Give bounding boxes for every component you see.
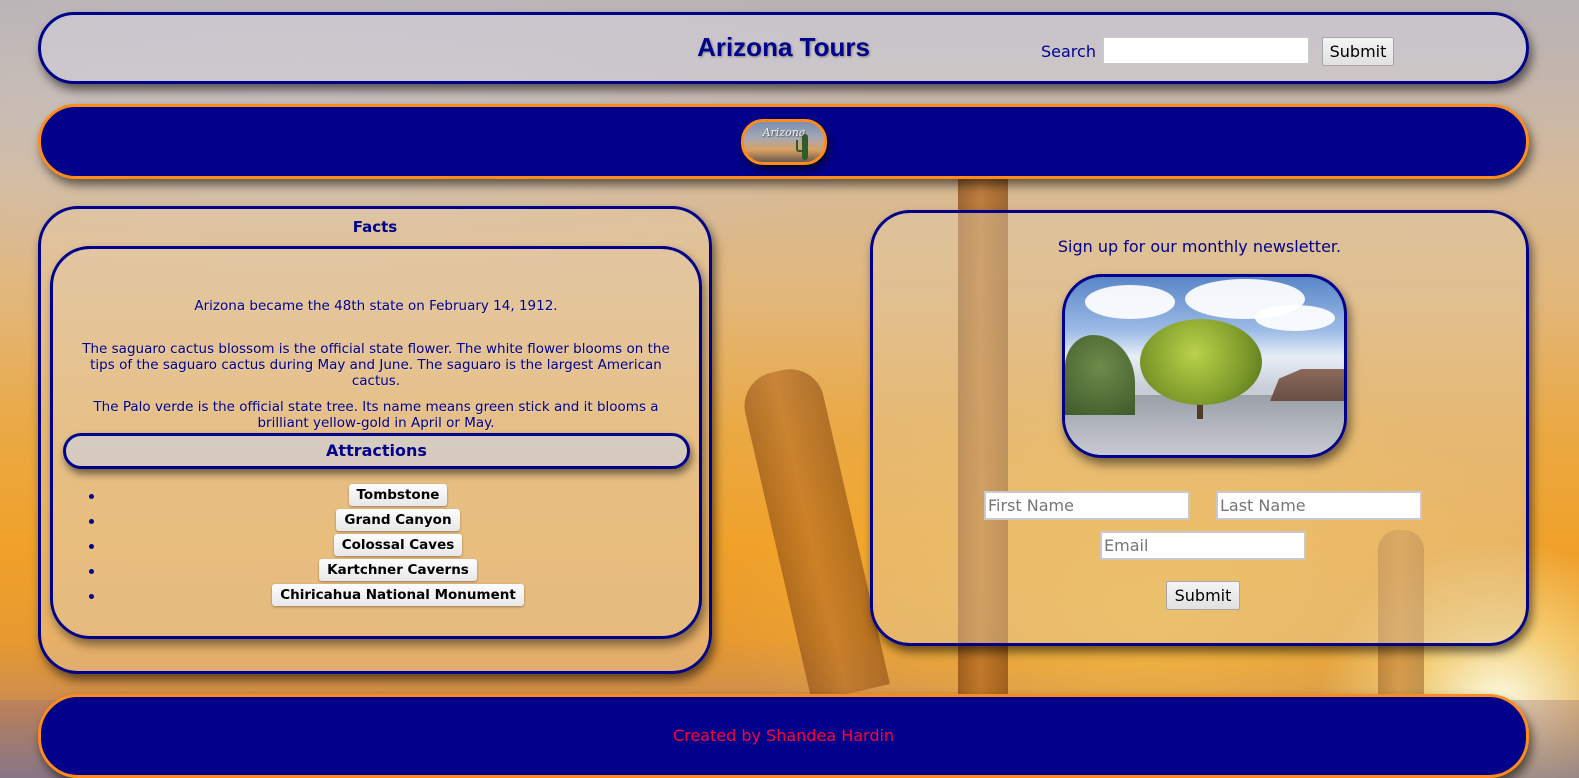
photo-cloud xyxy=(1255,305,1335,331)
list-item: Chiricahua National Monument xyxy=(53,584,703,609)
attraction-kartchner-caverns-button[interactable]: Kartchner Caverns xyxy=(319,559,477,581)
arizona-logo-image: Arizona xyxy=(741,119,827,165)
attraction-tombstone-button[interactable]: Tombstone xyxy=(348,484,448,506)
attraction-chiricahua-button[interactable]: Chiricahua National Monument xyxy=(272,584,524,606)
logo-text: Arizona xyxy=(762,126,806,139)
photo-mesa xyxy=(1270,369,1344,401)
site-header: Arizona Tours Search Submit xyxy=(38,12,1529,84)
bullet-icon xyxy=(89,569,94,574)
list-item: Grand Canyon xyxy=(53,509,703,534)
banner: Arizona xyxy=(38,104,1529,179)
photo-cloud xyxy=(1085,285,1175,319)
newsletter-heading: Sign up for our monthly newsletter. xyxy=(1057,237,1342,256)
facts-heading: Facts xyxy=(352,218,398,236)
photo-shrub xyxy=(1065,335,1135,415)
list-item: Tombstone xyxy=(53,484,703,509)
fact-statehood: Arizona became the 48th state on Februar… xyxy=(194,297,558,314)
bullet-icon xyxy=(89,494,94,499)
email-field[interactable] xyxy=(1100,531,1306,560)
attractions-heading: Attractions xyxy=(63,433,690,469)
newsletter-submit-button[interactable]: Submit xyxy=(1166,581,1240,610)
palo-verde-tree-photo xyxy=(1062,274,1347,458)
fact-state-flower: The saguaro cactus blossom is the offici… xyxy=(82,340,670,389)
first-name-field[interactable] xyxy=(984,491,1190,520)
facts-section: Facts Arizona became the 48th state on F… xyxy=(38,206,712,674)
footer-credit: Created by Shandea Hardin xyxy=(672,726,895,745)
list-item: Kartchner Caverns xyxy=(53,559,703,584)
list-item: Colossal Caves xyxy=(53,534,703,559)
bullet-icon xyxy=(89,594,94,599)
fact-state-tree: The Palo verde is the official state tre… xyxy=(93,398,659,431)
bullet-icon xyxy=(89,544,94,549)
photo-tree-crown xyxy=(1140,319,1262,405)
facts-content: Arizona became the 48th state on Februar… xyxy=(50,246,702,639)
attraction-grand-canyon-button[interactable]: Grand Canyon xyxy=(336,509,460,531)
attractions-list: Tombstone Grand Canyon Colossal Caves Ka… xyxy=(53,484,703,609)
search-submit-button[interactable]: Submit xyxy=(1322,37,1394,66)
bullet-icon xyxy=(89,519,94,524)
search-label: Search xyxy=(1041,42,1096,61)
search-input[interactable] xyxy=(1102,36,1310,65)
background-cactus-arm xyxy=(737,362,890,702)
newsletter-section: Sign up for our monthly newsletter. Subm… xyxy=(870,210,1529,646)
last-name-field[interactable] xyxy=(1216,491,1422,520)
cactus-icon xyxy=(796,134,808,160)
attraction-colossal-caves-button[interactable]: Colossal Caves xyxy=(333,534,463,556)
site-footer: Created by Shandea Hardin xyxy=(38,694,1529,778)
